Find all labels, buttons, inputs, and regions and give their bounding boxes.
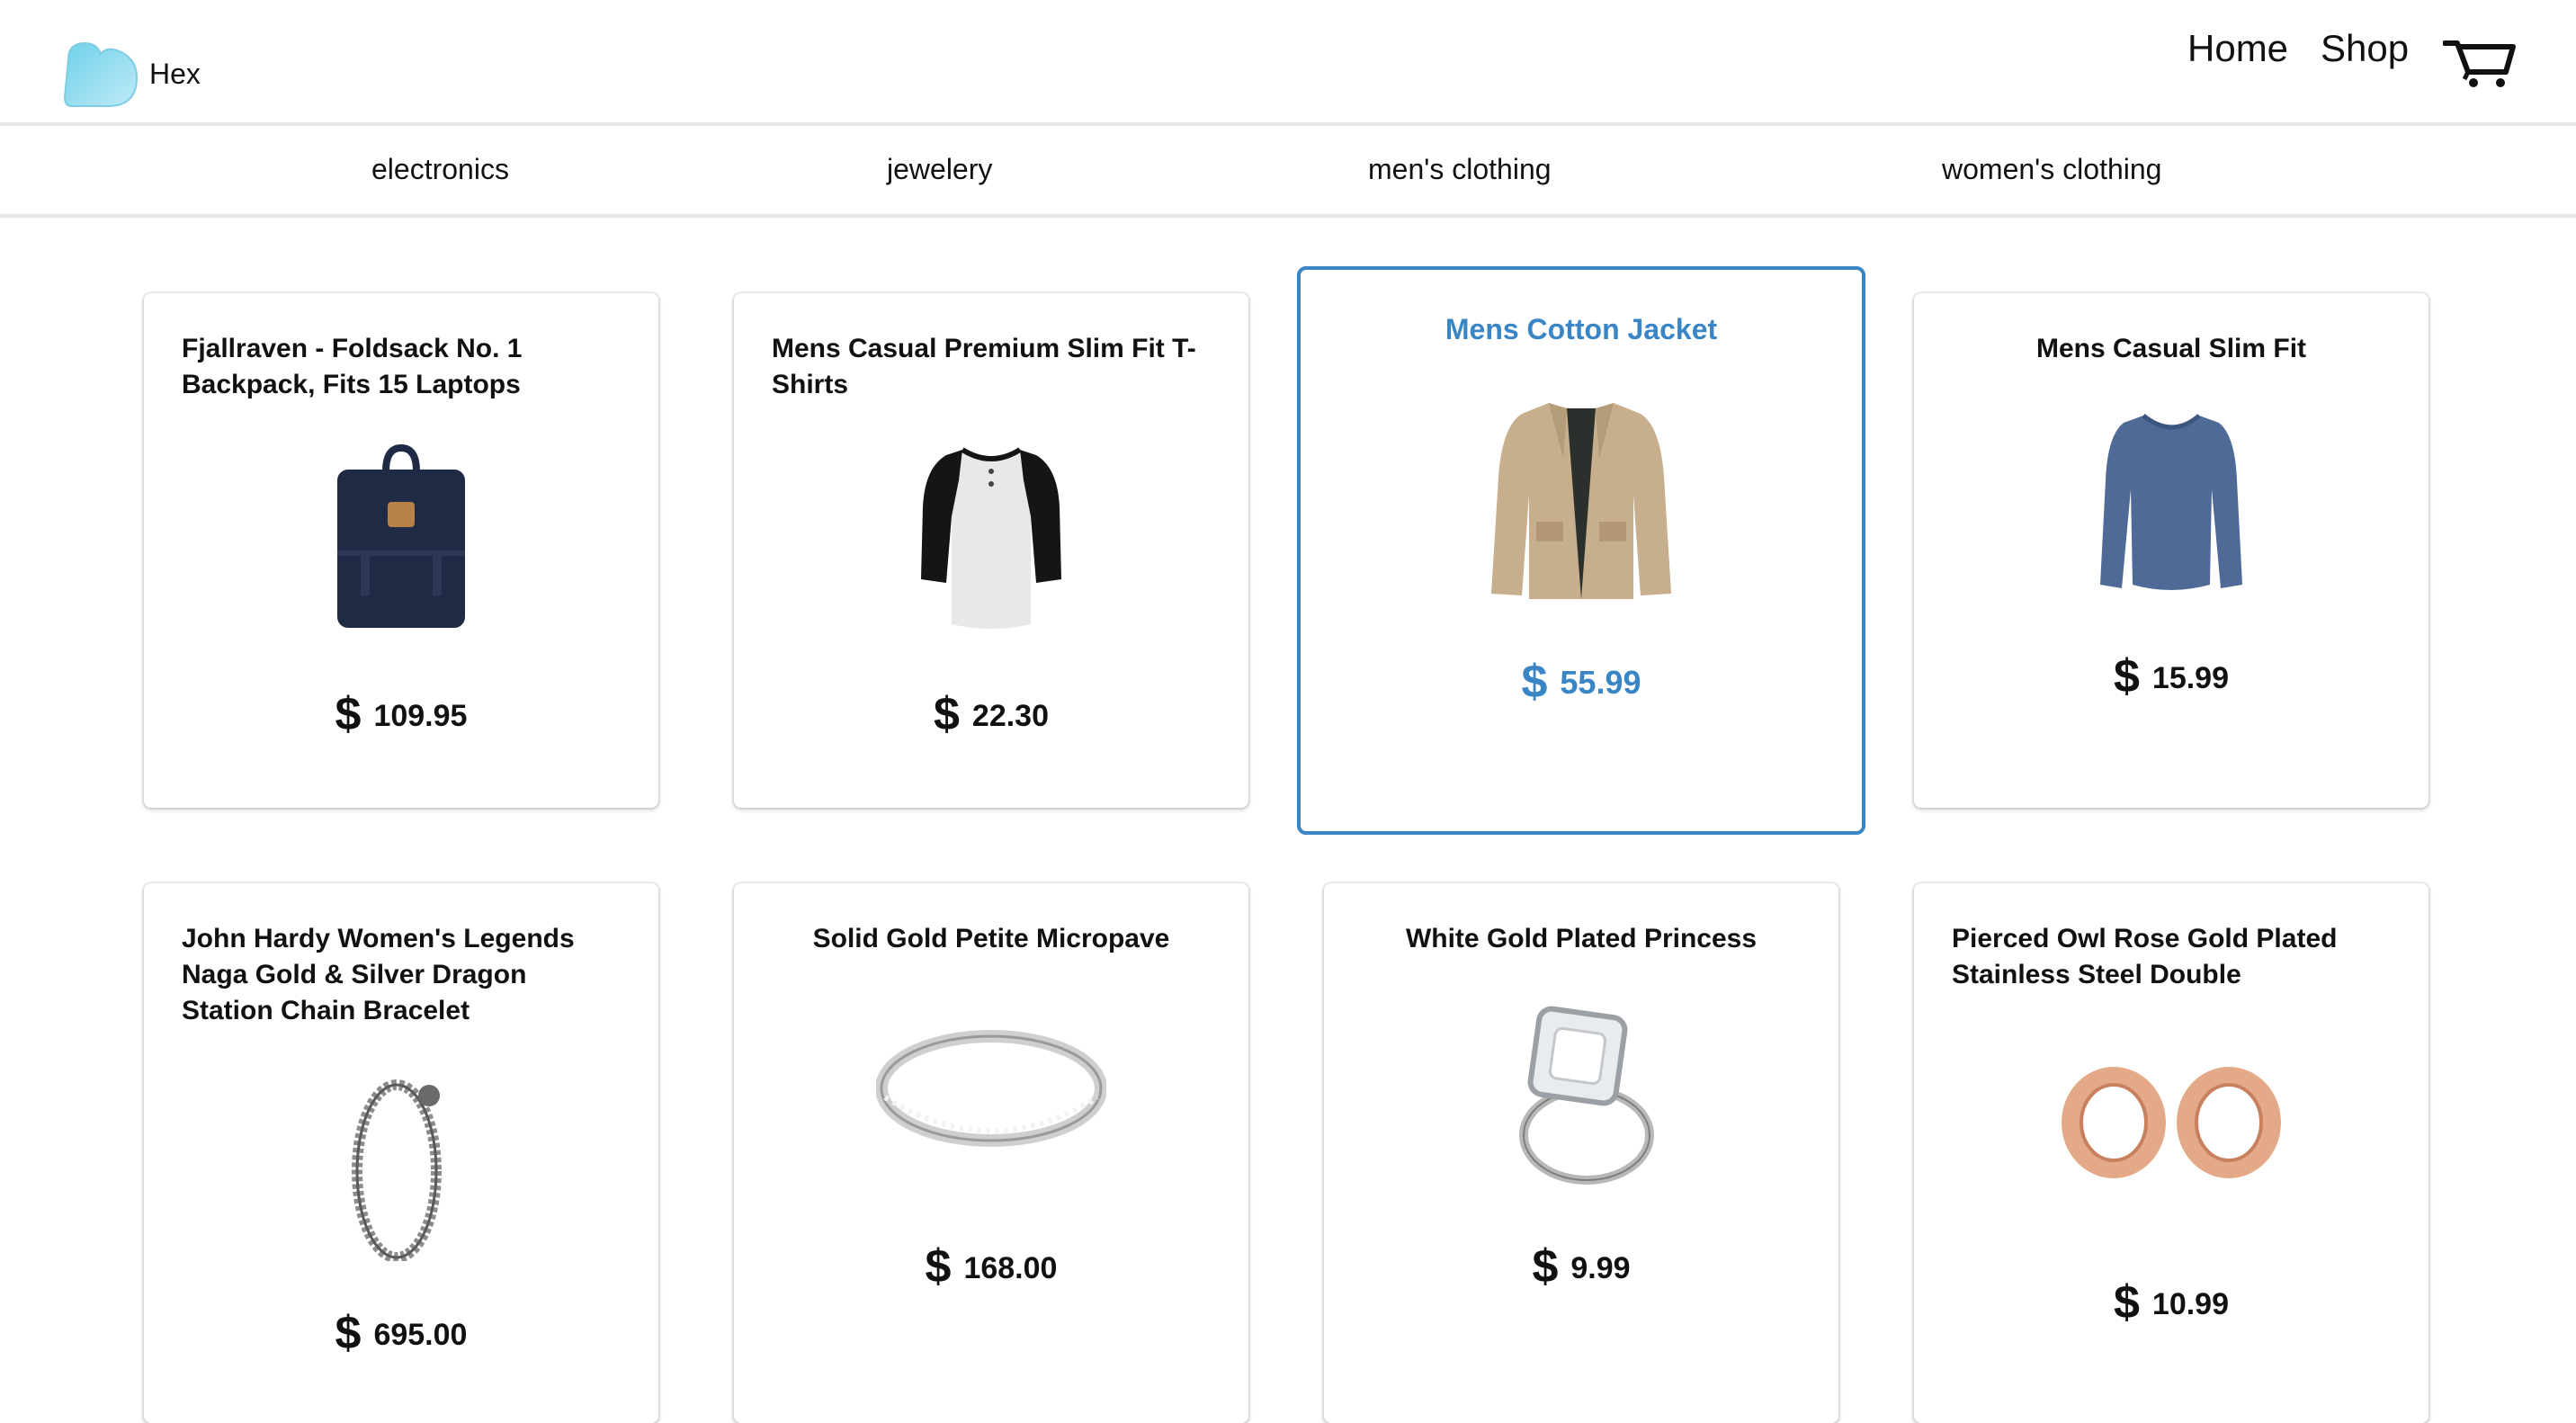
- nav-shop-link[interactable]: Shop: [2321, 27, 2409, 70]
- product-title: Mens Casual Slim Fit: [2035, 334, 2307, 363]
- category-bar: electronics jewelery men's clothing wome…: [0, 126, 2576, 218]
- product-price: $15.99: [1914, 649, 2428, 703]
- category-jewelery[interactable]: jewelery: [887, 153, 992, 186]
- product-card[interactable]: Mens Casual Premium Slim Fit T-Shirts $2…: [734, 293, 1248, 808]
- product-card[interactable]: White Gold Plated Princess $9.99: [1324, 883, 1838, 1423]
- product-price: $55.99: [1301, 655, 1862, 709]
- dollar-sign: $: [925, 1240, 952, 1293]
- brand-name: Hex: [149, 58, 201, 90]
- product-price: $22.30: [734, 687, 1248, 741]
- product-card[interactable]: Pierced Owl Rose Gold Plated Stainless S…: [1914, 883, 2428, 1423]
- price-value: 695.00: [373, 1318, 468, 1352]
- price-value: 10.99: [2151, 1287, 2229, 1321]
- dollar-sign: $: [1532, 1240, 1559, 1293]
- jacket-image: [1491, 403, 1671, 599]
- product-title: Mens Casual Premium Slim Fit T-Shirts: [772, 334, 1196, 399]
- product-price: $10.99: [1914, 1275, 2428, 1329]
- princess-ring-image: [1519, 1006, 1654, 1185]
- product-price: $9.99: [1324, 1240, 1838, 1293]
- product-card[interactable]: John Hardy Women's Legends Naga Gold & S…: [144, 883, 658, 1423]
- category-mens-clothing[interactable]: men's clothing: [1368, 153, 1552, 186]
- product-title: John Hardy Women's Legends Naga Gold & S…: [182, 924, 575, 1025]
- backpack-image: [337, 444, 465, 628]
- price-value: 55.99: [1560, 664, 1641, 701]
- dollar-sign: $: [335, 688, 362, 740]
- product-card[interactable]: Mens Casual Slim Fit $15.99: [1914, 293, 2428, 808]
- longsleeve-image: [2100, 414, 2242, 590]
- dollar-sign: $: [933, 688, 960, 740]
- dollar-sign: $: [1521, 656, 1548, 708]
- product-card-hovered[interactable]: Mens Cotton Jacket $55.99: [1297, 266, 1865, 835]
- product-price: $695.00: [144, 1306, 658, 1360]
- dollar-sign: $: [335, 1307, 362, 1359]
- product-title: Pierced Owl Rose Gold Plated Stainless S…: [1952, 924, 2338, 989]
- product-card[interactable]: Fjallraven - Foldsack No. 1 Backpack, Fi…: [144, 293, 658, 808]
- product-title: Solid Gold Petite Micropave: [812, 924, 1170, 953]
- cart-icon[interactable]: [2443, 38, 2517, 88]
- product-card[interactable]: Solid Gold Petite Micropave $168.00: [734, 883, 1248, 1423]
- price-value: 109.95: [373, 699, 468, 733]
- price-value: 15.99: [2151, 661, 2229, 695]
- ring-image: [876, 1030, 1106, 1147]
- product-price: $109.95: [144, 687, 658, 741]
- heart-logo-icon[interactable]: [63, 41, 139, 108]
- dollar-sign: $: [2113, 1276, 2140, 1329]
- site-header: Hex Home Shop: [0, 0, 2576, 126]
- price-value: 9.99: [1570, 1251, 1631, 1285]
- product-price: $168.00: [734, 1240, 1248, 1293]
- bracelet-image: [352, 1079, 442, 1261]
- category-electronics[interactable]: electronics: [371, 153, 509, 186]
- category-womens-clothing[interactable]: women's clothing: [1942, 153, 2161, 186]
- product-title: Fjallraven - Foldsack No. 1 Backpack, Fi…: [182, 334, 523, 399]
- price-value: 168.00: [963, 1251, 1058, 1285]
- price-value: 22.30: [971, 699, 1049, 733]
- product-title: White Gold Plated Princess: [1405, 924, 1758, 953]
- tunnel-plugs-image: [2062, 1067, 2281, 1178]
- nav-home-link[interactable]: Home: [2187, 27, 2288, 70]
- dollar-sign: $: [2113, 650, 2140, 703]
- tshirt-image: [921, 447, 1061, 629]
- product-title: Mens Cotton Jacket: [1445, 313, 1718, 345]
